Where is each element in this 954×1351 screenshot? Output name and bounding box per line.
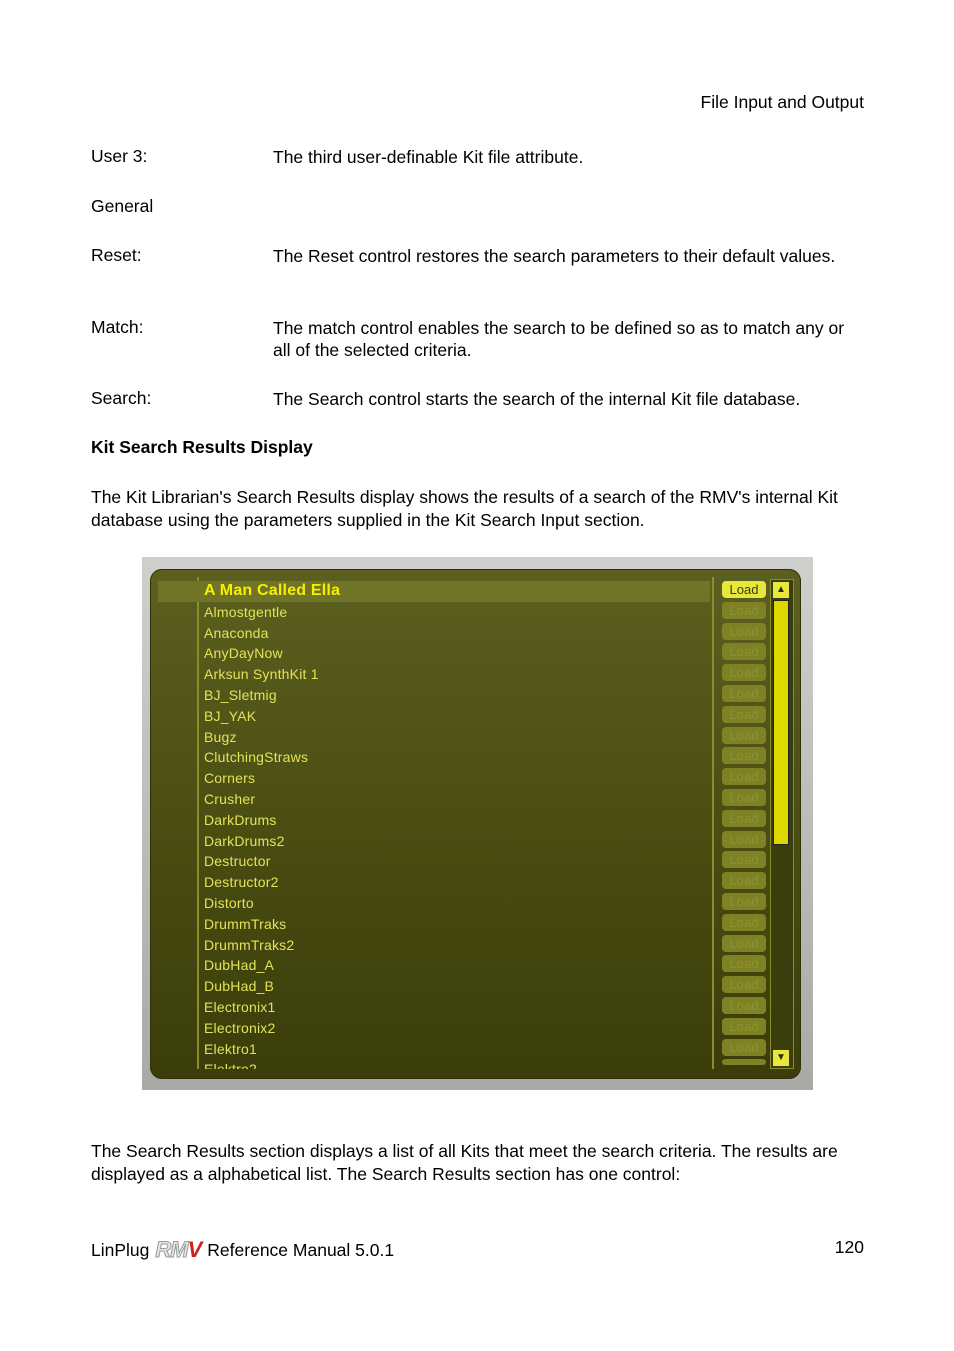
scroll-thumb[interactable] <box>773 600 789 845</box>
load-button[interactable]: Load <box>722 685 766 702</box>
closing-paragraph: The Search Results section displays a li… <box>91 1141 838 1184</box>
kit-list-item[interactable]: Arksun SynthKit 1 <box>150 664 710 685</box>
kit-list-item[interactable]: Anaconda <box>150 623 710 644</box>
kit-list-item[interactable]: Electronix1 <box>150 997 710 1018</box>
kit-list-item[interactable]: DrummTraks2 <box>150 935 710 956</box>
load-button[interactable]: Load <box>722 601 766 619</box>
results-list: A Man Called Ella Almostgentle Anaconda Any… <box>150 581 710 1069</box>
kit-list-item[interactable]: BJ_YAK <box>150 706 710 727</box>
kit-list-item[interactable]: Almostgentle <box>150 602 710 623</box>
intro-paragraph: The Kit Librarian's Search Results displ… <box>91 487 838 530</box>
kit-list-item[interactable]: Destructor2 <box>150 872 710 893</box>
load-button[interactable]: Load <box>722 581 766 598</box>
load-button[interactable]: Load <box>722 997 766 1014</box>
section-header: File Input and Output <box>700 92 864 112</box>
load-button[interactable]: Load <box>722 726 766 744</box>
definition-match: The match control enables the search to … <box>273 318 845 360</box>
load-button[interactable]: Load <box>722 830 766 848</box>
kit-list-item[interactable]: Elektro2 <box>150 1059 710 1069</box>
definition-search: The Search control starts the search of … <box>273 389 801 409</box>
definition-user3: The third user-definable Kit file attrib… <box>273 147 584 167</box>
kit-list-item[interactable]: A Man Called Ella <box>158 581 710 602</box>
load-button[interactable]: Load <box>722 893 766 910</box>
kit-list-item[interactable]: Corners <box>150 768 710 789</box>
search-results-display: A Man Called Ella Almostgentle Anaconda Any… <box>150 569 801 1079</box>
load-button[interactable]: Load <box>722 809 766 827</box>
term-user3: User 3: <box>91 146 148 166</box>
load-button[interactable]: Load <box>722 1038 766 1056</box>
footer-title: Reference Manual 5.0.1 <box>207 1239 395 1260</box>
kit-list-item[interactable]: Elektro1 <box>150 1039 710 1060</box>
section-heading: Kit Search Results Display <box>91 437 313 457</box>
load-button[interactable]: Load <box>722 934 766 952</box>
term-general: General <box>91 196 154 216</box>
term-reset: Reset: <box>91 245 142 265</box>
load-button[interactable]: Load <box>722 705 766 723</box>
scrollbar[interactable]: ▲ ▼ <box>770 579 794 1069</box>
kit-list-item[interactable]: Crusher <box>150 789 710 810</box>
kit-list-item[interactable]: ClutchingStraws <box>150 747 710 768</box>
load-button[interactable]: Load <box>722 664 766 682</box>
rmv-logo: RMV <box>155 1237 202 1263</box>
term-search: Search: <box>91 388 152 408</box>
term-match: Match: <box>91 317 144 337</box>
load-button[interactable]: Load <box>722 851 766 869</box>
load-button[interactable]: Load <box>722 976 766 994</box>
load-button[interactable]: Load <box>722 789 766 806</box>
page-number: 120 <box>834 1237 864 1257</box>
kit-list-item[interactable]: DubHad_A <box>150 955 710 976</box>
load-button[interactable]: Load <box>722 643 766 661</box>
footer-brand: LinPlug <box>91 1239 150 1260</box>
kit-list-item[interactable]: DubHad_B <box>150 976 710 997</box>
load-button[interactable]: Load <box>722 622 766 640</box>
scroll-down-arrow-icon[interactable]: ▼ <box>773 1050 789 1066</box>
scroll-up-arrow-icon[interactable]: ▲ <box>773 582 789 598</box>
definition-reset: The Reset control restores the search pa… <box>273 246 836 266</box>
load-button[interactable]: Load <box>722 747 766 765</box>
load-buttons-column: Load Load Load Load Load Load Load Load Load Load… <box>712 577 768 1069</box>
kit-list-item[interactable]: DrummTraks <box>150 914 710 935</box>
load-button[interactable]: Load <box>722 955 766 973</box>
load-button[interactable]: Load <box>722 1059 766 1066</box>
kit-list-item[interactable]: DarkDrums <box>150 810 710 831</box>
search-results-screenshot: A Man Called Ella Almostgentle Anaconda Any… <box>142 557 813 1090</box>
kit-list-item[interactable]: DarkDrums2 <box>150 831 710 852</box>
load-button[interactable]: Load <box>722 1017 766 1035</box>
footer: LinPlug RMV Reference Manual 5.0.1 <box>91 1237 394 1263</box>
kit-list-item[interactable]: Destructor <box>150 851 710 872</box>
load-button[interactable]: Load <box>722 768 766 786</box>
kit-list-item[interactable]: BJ_Sletmig <box>150 685 710 706</box>
load-button[interactable]: Load <box>722 913 766 931</box>
kit-list-item[interactable]: Distorto <box>150 893 710 914</box>
kit-list-item[interactable]: Bugz <box>150 727 710 748</box>
load-button[interactable]: Load <box>722 872 766 890</box>
kit-list-item[interactable]: Electronix2 <box>150 1018 710 1039</box>
kit-list-item[interactable]: AnyDayNow <box>150 643 710 664</box>
